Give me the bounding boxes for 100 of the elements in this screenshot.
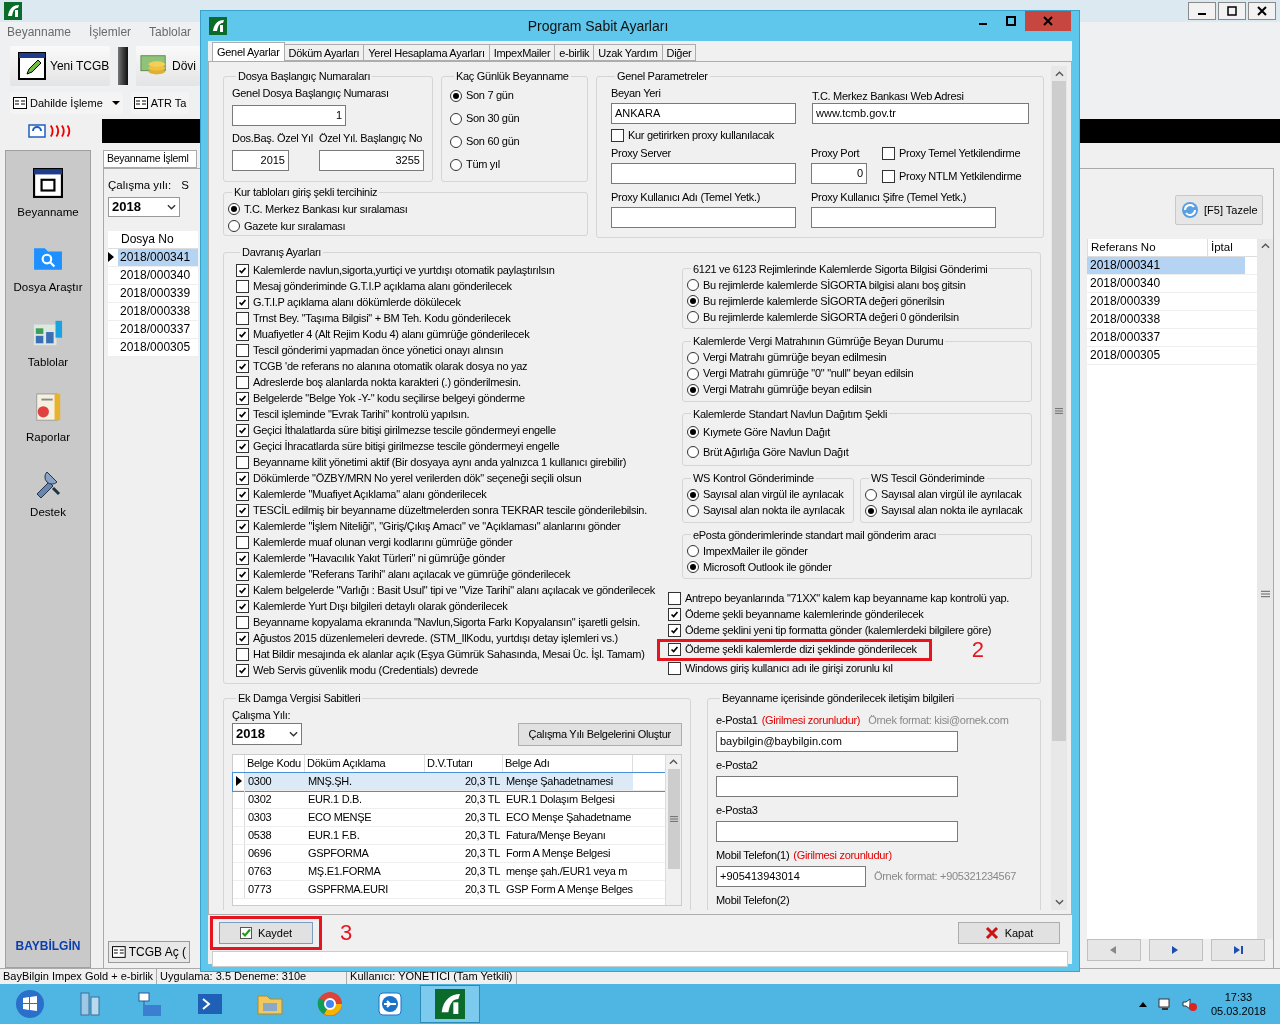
radio-button[interactable] — [687, 351, 699, 364]
checkbox[interactable] — [236, 584, 249, 597]
radio-button[interactable] — [450, 135, 462, 148]
input-field[interactable]: baybilgin@baybilgin.com — [716, 730, 958, 752]
checkbox[interactable] — [611, 129, 624, 142]
table-cell[interactable]: 2018/000339 — [118, 284, 198, 302]
sidebar-item[interactable]: Beyanname — [8, 157, 88, 232]
checkbox[interactable] — [236, 536, 249, 549]
input-field[interactable]: 1 — [232, 104, 346, 126]
input-field[interactable]: www.tcmb.gov.tr — [812, 102, 1029, 124]
tab[interactable]: Beyanname İşleml — [103, 150, 197, 168]
radio-button[interactable] — [687, 311, 699, 323]
open-button[interactable]: TCGB Aç ( — [108, 940, 190, 963]
checkbox[interactable] — [236, 456, 249, 469]
checkbox[interactable] — [236, 376, 249, 389]
year-dropdown[interactable]: 2018 — [108, 196, 180, 217]
minimize-button[interactable] — [1188, 2, 1216, 20]
table-cell[interactable]: 2018/000339 — [1087, 292, 1245, 310]
checkbox[interactable] — [236, 568, 249, 581]
checkbox[interactable] — [668, 592, 681, 605]
toolbar-grip[interactable] — [118, 47, 128, 85]
checkbox[interactable] — [236, 520, 249, 533]
year-dropdown[interactable]: 2018 — [232, 723, 302, 745]
table-cell[interactable]: 2018/000340 — [1087, 274, 1245, 292]
radio-button[interactable] — [687, 488, 699, 501]
radio-button[interactable] — [687, 383, 699, 396]
nav-button[interactable] — [1211, 938, 1265, 961]
checkbox[interactable] — [236, 488, 249, 501]
radio-button[interactable] — [228, 203, 240, 215]
menu-item[interactable]: Tablolar — [149, 23, 192, 41]
sidebar-item[interactable]: Raporlar — [8, 382, 88, 457]
radio-button[interactable] — [687, 504, 699, 517]
radio-button[interactable] — [865, 488, 877, 501]
checkbox[interactable] — [882, 147, 895, 160]
radio-button[interactable] — [450, 112, 462, 125]
tab[interactable]: Döküm Ayarları — [283, 44, 365, 61]
checkbox[interactable] — [668, 643, 681, 656]
checkbox[interactable] — [236, 264, 249, 277]
taskbar-button[interactable] — [420, 985, 480, 1023]
radio-button[interactable] — [687, 446, 699, 458]
checkbox[interactable] — [668, 662, 681, 675]
close-button[interactable] — [1248, 2, 1276, 20]
radio-button[interactable] — [687, 545, 699, 557]
checkbox[interactable] — [236, 648, 249, 661]
toolbar-button[interactable]: ATR Ta — [130, 92, 190, 114]
radio-button[interactable] — [865, 504, 877, 517]
input-field[interactable]: +905413943014 — [716, 865, 866, 887]
radio-button[interactable] — [450, 158, 462, 171]
table-cell[interactable]: 2018/000337 — [1087, 328, 1245, 346]
checkbox[interactable] — [236, 408, 249, 421]
input-field[interactable]: 2015 — [232, 149, 289, 171]
table-cell[interactable]: 2018/000337 — [118, 320, 198, 338]
sidebar-item[interactable]: Destek — [8, 457, 88, 532]
checkbox[interactable] — [236, 280, 249, 293]
checkbox[interactable] — [236, 616, 249, 629]
toolbar-button[interactable]: Dahilde İşleme — [10, 92, 123, 114]
checkbox[interactable] — [236, 328, 249, 341]
sidebar-item[interactable]: Tablolar — [8, 307, 88, 382]
table-cell[interactable]: 2018/000340 — [118, 266, 198, 284]
menu-item[interactable]: Beyanname — [7, 23, 72, 41]
close-dialog-button[interactable]: Kapat — [958, 922, 1060, 944]
checkbox[interactable] — [236, 344, 249, 357]
input-field[interactable] — [611, 206, 796, 228]
checkbox[interactable] — [236, 664, 249, 677]
toolbar-button[interactable]: Yeni TCGB — [10, 46, 110, 86]
table-cell[interactable]: 2018/000338 — [1087, 310, 1245, 328]
checkbox[interactable] — [236, 312, 249, 325]
radio-button[interactable] — [687, 295, 699, 307]
checkbox[interactable] — [236, 472, 249, 485]
checkbox[interactable] — [236, 440, 249, 453]
input-field[interactable] — [716, 775, 958, 797]
checkbox[interactable] — [236, 600, 249, 613]
radio-button[interactable] — [687, 426, 699, 438]
toolbar-button[interactable]: Dövi — [136, 46, 200, 86]
radio-button[interactable] — [450, 89, 462, 102]
table-cell[interactable]: 2018/000305 — [118, 338, 198, 356]
input-field[interactable] — [611, 162, 796, 184]
table-cell[interactable]: 2018/000338 — [118, 302, 198, 320]
input-field[interactable] — [716, 820, 958, 842]
tab[interactable]: Yerel Hesaplama Ayarları — [363, 44, 490, 61]
tab[interactable]: ImpexMailer — [488, 44, 556, 61]
radio-button[interactable] — [228, 220, 240, 232]
radio-button[interactable] — [687, 561, 699, 573]
checkbox[interactable] — [236, 504, 249, 517]
radio-button[interactable] — [687, 367, 699, 380]
save-button[interactable]: Kaydet — [219, 922, 313, 944]
input-field[interactable]: ANKARA — [611, 102, 796, 124]
checkbox[interactable] — [236, 296, 249, 309]
tab[interactable]: Genel Ayarlar — [212, 42, 285, 61]
checkbox[interactable] — [668, 608, 681, 621]
checkbox[interactable] — [882, 170, 895, 183]
checkbox[interactable] — [236, 632, 249, 645]
tab[interactable]: Diğer — [661, 44, 697, 61]
tab[interactable]: Uzak Yardım — [593, 44, 663, 61]
maximize-button[interactable] — [1218, 2, 1246, 20]
checkbox[interactable] — [668, 624, 681, 637]
checkbox[interactable] — [236, 424, 249, 437]
checkbox[interactable] — [236, 392, 249, 405]
tab[interactable]: e-birlik — [554, 44, 595, 61]
radio-button[interactable] — [687, 279, 699, 291]
